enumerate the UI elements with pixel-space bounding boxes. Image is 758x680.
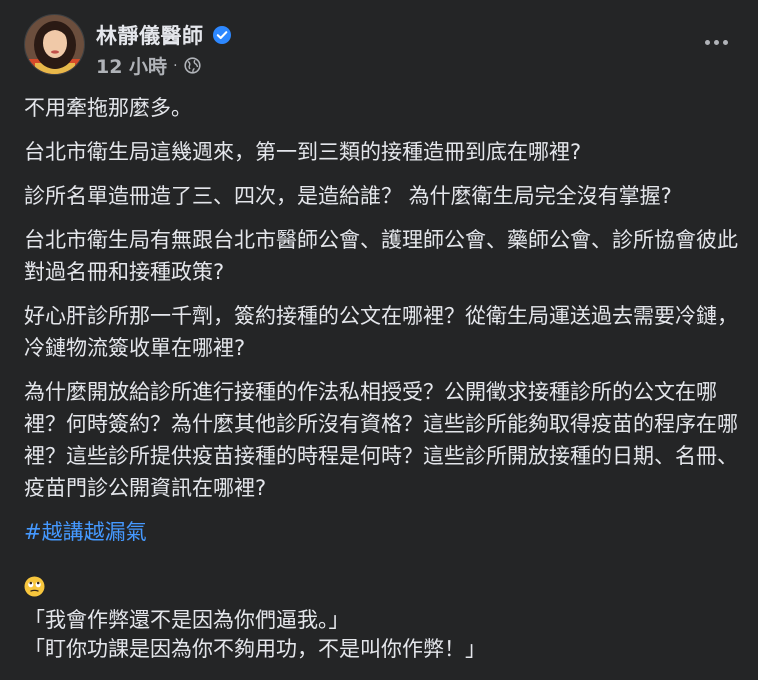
verified-badge-icon	[212, 25, 232, 45]
author-row: 林靜儀醫師	[96, 20, 232, 50]
post-paragraph: 診所名單造冊造了三、四次，是造給誰？ 為什麼衛生局完全沒有掌握?	[24, 184, 672, 208]
avatar-photo	[25, 15, 84, 74]
post-paragraph: 為什麼開放給診所進行接種的作法私相授受？公開徵求接種診所的公文在哪裡？何時簽約？…	[24, 380, 738, 500]
post-paragraph: 不用牽拖那麼多。	[24, 96, 192, 120]
globe-icon[interactable]	[183, 57, 201, 74]
dot-icon	[722, 39, 728, 45]
post-timestamp[interactable]: 12 小時	[96, 52, 167, 79]
post-meta: 12 小時 ·	[96, 52, 201, 79]
facebook-post: 林靜儀醫師 12 小時 · 不用牽拖那麼多。 台北市衛生局這幾週來，第一到三類的…	[0, 0, 758, 680]
more-options-button[interactable]	[698, 24, 734, 60]
author-avatar[interactable]	[24, 14, 85, 75]
hashtag-link[interactable]: #越講越漏氣	[24, 520, 147, 544]
dot-icon	[704, 39, 710, 45]
post-header: 林靜儀醫師 12 小時 ·	[24, 14, 734, 84]
post-paragraph: 台北市衛生局有無跟台北市醫師公會、護理師公會、藥師公會、診所協會彼此對過名冊和接…	[24, 228, 738, 284]
post-paragraph: 台北市衛生局這幾週來，第一到三類的接種造冊到底在哪裡?	[24, 140, 582, 164]
post-paragraph: 好心肝診所那一千劑，簽約接種的公文在哪裡？從衛生局運送過去需要冷鏈，冷鏈物流簽收…	[24, 304, 738, 360]
meta-separator: ·	[173, 57, 178, 74]
dot-icon	[713, 39, 719, 45]
quote-line: 「我會作弊還不是因為你們逼我。」	[24, 608, 350, 632]
post-body: 不用牽拖那麼多。 台北市衛生局這幾週來，第一到三類的接種造冊到底在哪裡? 診所名…	[24, 92, 744, 664]
hashtag-paragraph: #越講越漏氣	[24, 516, 744, 548]
rolling-eyes-emoji-icon	[24, 574, 45, 597]
author-name[interactable]: 林靜儀醫師	[96, 20, 204, 50]
quote-line: 「盯你功課是因為你不夠用功，不是叫你作弊！」	[24, 637, 486, 661]
